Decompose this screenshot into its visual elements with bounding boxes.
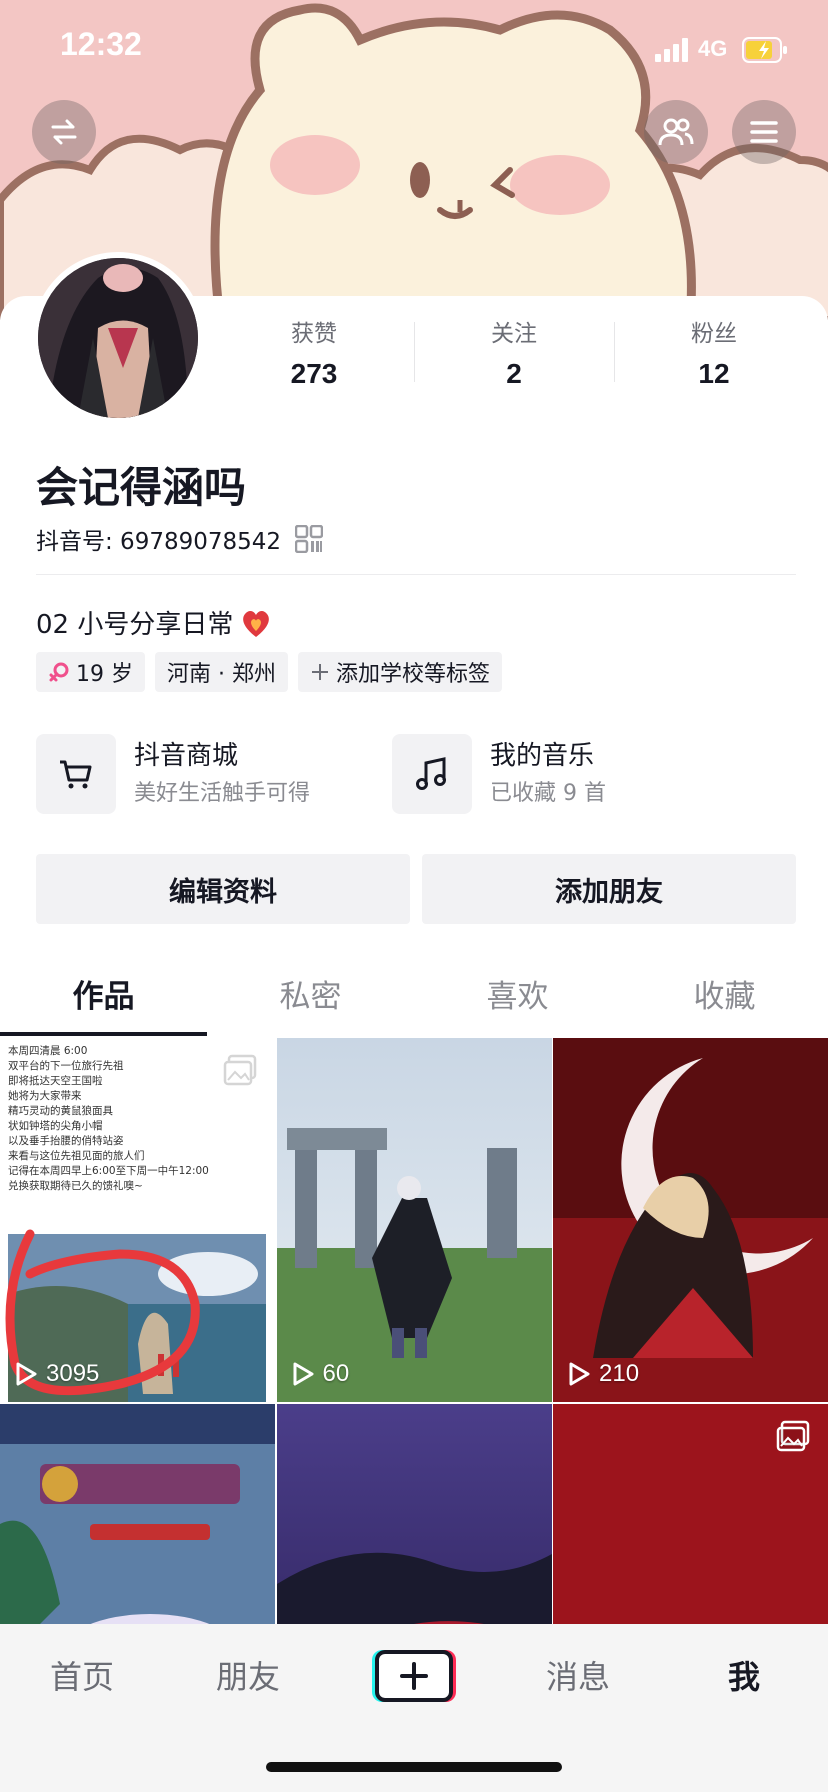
tab-works[interactable]: 作品: [0, 962, 207, 1038]
tab-private[interactable]: 私密: [207, 962, 414, 1038]
people-icon: [658, 118, 694, 146]
profile-stats: 获赞 273 关注 2 粉丝 12: [214, 318, 814, 398]
switch-arrows-icon: [51, 119, 77, 145]
gallery-icon: [223, 1054, 257, 1086]
work-item[interactable]: 本周四清晨 6:00 双平台的下一位旅行先祖 即将抵达天空王国啦 她将为大家带来…: [0, 1038, 275, 1402]
music-title: 我的音乐: [490, 741, 595, 771]
work-caption-text: 本周四清晨 6:00 双平台的下一位旅行先祖 即将抵达天空王国啦 她将为大家带来…: [8, 1045, 209, 1192]
location-tag[interactable]: 河南 · 郑州: [155, 652, 288, 692]
mall-title: 抖音商城: [134, 741, 239, 771]
tab-favorites[interactable]: 收藏: [621, 962, 828, 1038]
play-icon: [16, 1362, 37, 1386]
plus-icon: [311, 664, 328, 680]
age-tag[interactable]: 19 岁: [36, 652, 145, 692]
stat-label: 关注: [491, 321, 537, 347]
work-thumbnail: [276, 1038, 552, 1402]
stat-value: 273: [290, 358, 338, 389]
hamburger-icon: [750, 121, 778, 143]
mall-subtitle: 美好生活触手可得: [134, 781, 311, 806]
plus-icon: [400, 1662, 428, 1690]
friends-button[interactable]: [644, 100, 708, 164]
profile-actions: 编辑资料 添加朋友: [36, 854, 796, 924]
profile-tags: 19 岁 河南 · 郑州 添加学校等标签: [36, 652, 502, 692]
switch-account-button[interactable]: [32, 100, 96, 164]
douyin-id-row: 抖音号: 69789078542: [36, 522, 324, 556]
stat-value: 2: [506, 358, 522, 389]
edit-profile-button[interactable]: 编辑资料: [36, 854, 410, 924]
cart-icon-box: [36, 734, 116, 814]
work-thumbnail: [553, 1038, 828, 1402]
status-bar: 12:32 4G: [0, 0, 828, 100]
services-row: 抖音商城 美好生活触手可得 我的音乐 已收藏 9 首: [36, 734, 796, 814]
tab-messages[interactable]: 消息: [546, 1652, 610, 1698]
douyin-id: 抖音号: 69789078542: [36, 529, 282, 555]
avatar[interactable]: [32, 252, 204, 424]
qr-code-icon[interactable]: [295, 525, 324, 553]
cart-icon: [60, 760, 92, 789]
music-icon-box: [392, 734, 472, 814]
divider: [36, 574, 796, 575]
play-count-value: 210: [599, 1360, 640, 1387]
stat-likes[interactable]: 获赞 273: [214, 318, 414, 398]
status-time: 12:32: [60, 26, 142, 62]
tab-indicator: [0, 1032, 207, 1036]
play-count: 60: [291, 1360, 350, 1388]
nickname: 会记得涵吗: [36, 463, 247, 512]
add-tag-button[interactable]: 添加学校等标签: [297, 652, 502, 692]
work-item[interactable]: 60: [276, 1038, 552, 1402]
play-count-value: 3095: [46, 1360, 100, 1387]
play-count-value: 60: [322, 1360, 350, 1387]
play-count: 210: [567, 1360, 639, 1388]
add-friend-button[interactable]: 添加朋友: [422, 854, 796, 924]
avatar-image: [38, 258, 198, 418]
play-count: 3095: [14, 1360, 99, 1388]
gallery-icon: [776, 1420, 810, 1452]
fire-heart-icon: [243, 610, 270, 637]
stat-label: 获赞: [291, 321, 337, 347]
stat-value: 12: [698, 358, 730, 389]
battery-icon: [742, 37, 787, 63]
female-icon: [49, 662, 69, 682]
work-item[interactable]: 210: [553, 1038, 828, 1402]
play-icon: [569, 1362, 590, 1386]
bio-text: 02 小号分享日常: [36, 610, 234, 640]
stat-following[interactable]: 关注 2: [414, 318, 614, 398]
tab-home[interactable]: 首页: [50, 1652, 114, 1698]
content-tabs: 作品 私密 喜欢 收藏: [0, 962, 828, 1038]
stat-label: 粉丝: [691, 321, 737, 347]
tab-me[interactable]: 我: [728, 1652, 760, 1698]
age-tag-label: 19 岁: [76, 662, 133, 687]
network-type: 4G: [698, 36, 728, 61]
play-icon: [293, 1362, 313, 1386]
location-tag-label: 河南 · 郑州: [167, 662, 276, 687]
music-subtitle: 已收藏 9 首: [490, 781, 606, 806]
add-tag-label: 添加学校等标签: [335, 662, 490, 687]
tab-friends[interactable]: 朋友: [216, 1652, 280, 1698]
mall-entry[interactable]: 抖音商城 美好生活触手可得: [36, 734, 310, 814]
music-note-icon: [416, 757, 446, 790]
create-button[interactable]: [375, 1650, 453, 1702]
home-indicator: [266, 1762, 562, 1772]
signal-icon: [655, 38, 688, 62]
stat-followers[interactable]: 粉丝 12: [614, 318, 814, 398]
menu-button[interactable]: [732, 100, 796, 164]
music-entry[interactable]: 我的音乐 已收藏 9 首: [392, 734, 606, 814]
bio-row: 02 小号分享日常: [36, 604, 273, 641]
tab-likes[interactable]: 喜欢: [414, 962, 621, 1038]
